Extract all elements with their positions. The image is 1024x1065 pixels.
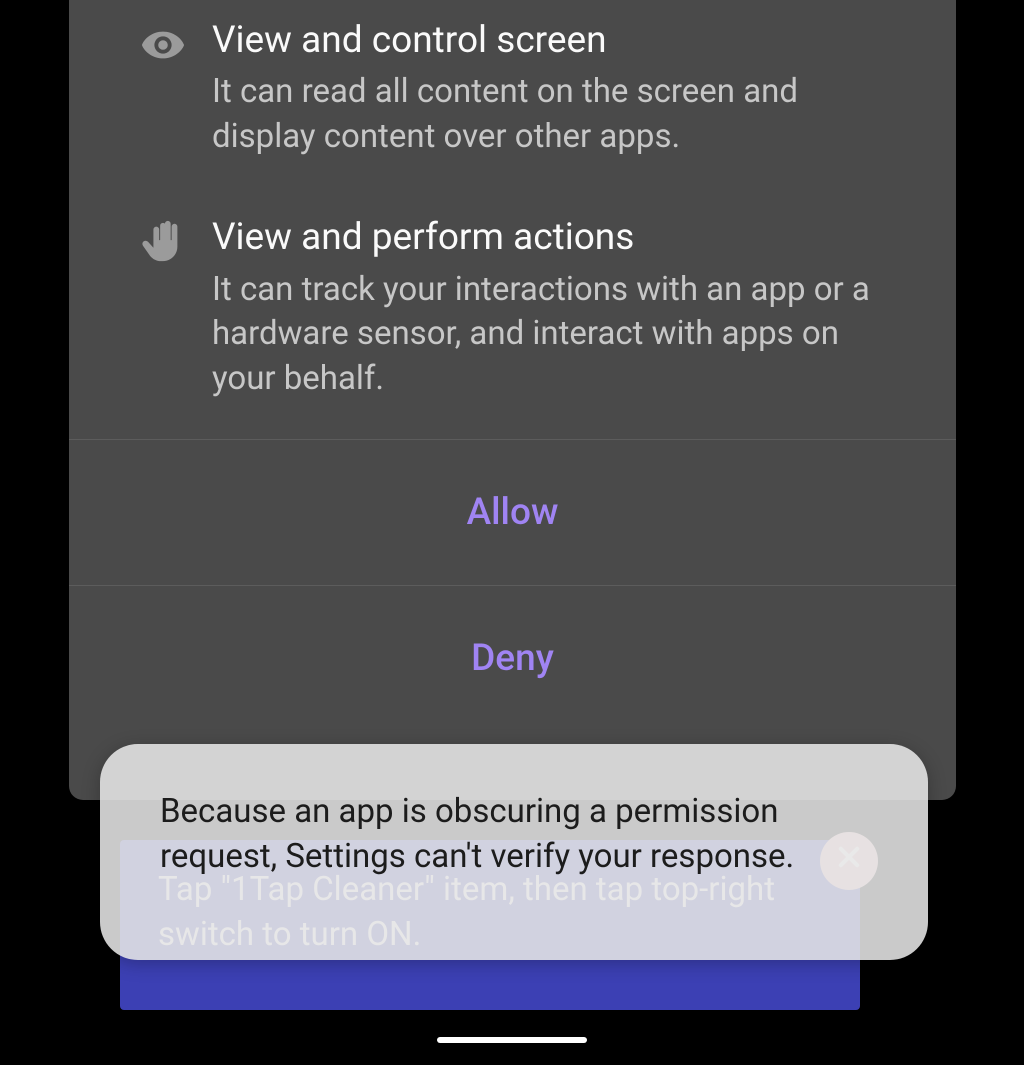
permission-list: View and control screen It can read all … [69,0,956,439]
toast-text: Because an app is obscuring a permission… [160,792,794,876]
permission-text: View and perform actions It can track yo… [212,215,911,401]
permission-description: It can read all content on the screen an… [212,70,901,159]
deny-button[interactable]: Deny [69,586,956,731]
permission-title: View and control screen [212,18,901,64]
permission-text: View and control screen It can read all … [212,18,911,159]
gesture-nav-bar [437,1037,587,1043]
obscured-permission-toast: Because an app is obscuring a permission… [100,744,928,960]
eye-icon [114,18,212,68]
permission-item: View and perform actions It can track yo… [69,197,956,439]
hand-icon [114,215,212,265]
permission-description: It can track your interactions with an a… [212,268,901,402]
allow-button[interactable]: Allow [69,440,956,585]
permission-item: View and control screen It can read all … [69,0,956,197]
permission-title: View and perform actions [212,215,901,261]
accessibility-permission-dialog: View and control screen It can read all … [69,0,956,800]
